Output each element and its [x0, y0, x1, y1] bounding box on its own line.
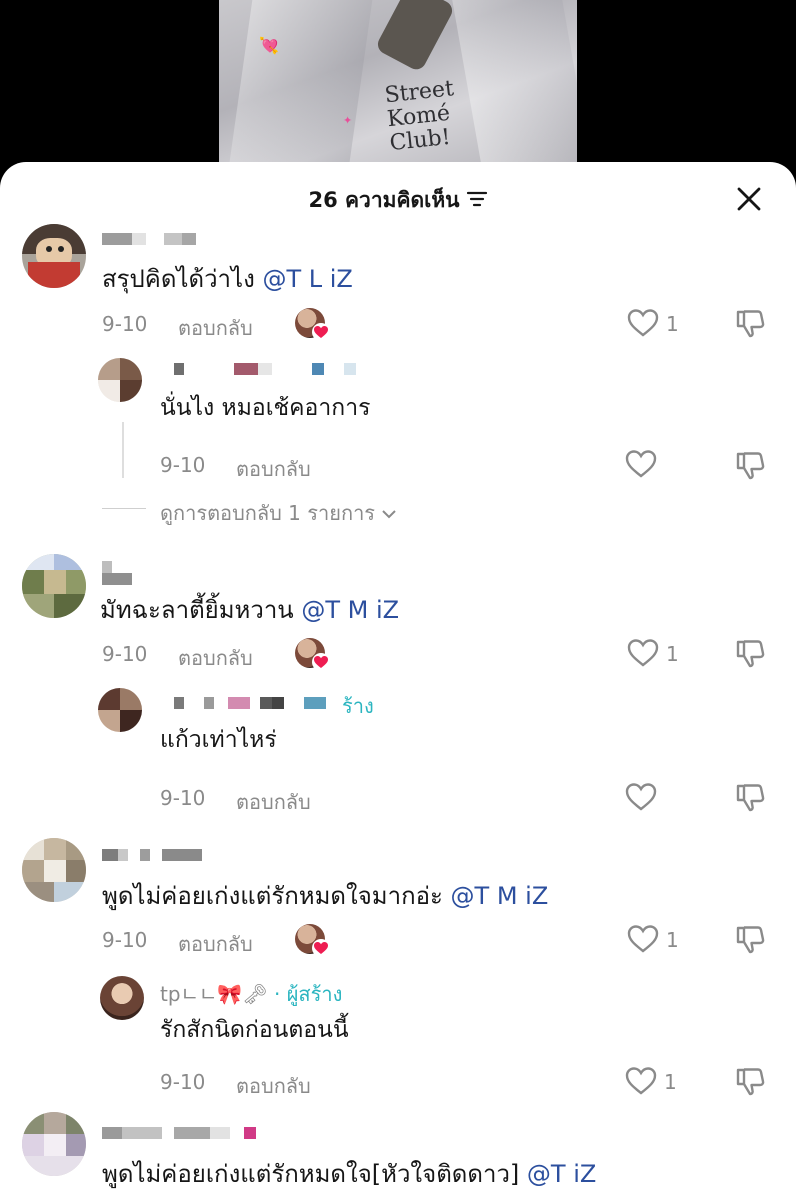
- like-count: 1: [666, 312, 679, 336]
- reply-button[interactable]: ตอบกลับ: [236, 786, 311, 818]
- sheet-header: 26 ความคิดเห็น: [0, 162, 796, 232]
- avatar[interactable]: [98, 358, 142, 402]
- comment-count: 26 ความคิดเห็น: [308, 188, 460, 212]
- thumbs-down-icon[interactable]: [734, 306, 768, 340]
- mention-link[interactable]: @T M iZ: [451, 882, 549, 910]
- reply-button[interactable]: ตอบกลับ: [178, 642, 253, 674]
- like-heart-icon[interactable]: [624, 1065, 658, 1097]
- reply-button[interactable]: ตอบกลับ: [236, 1070, 311, 1102]
- heart-sticker-icon: ✦: [343, 114, 353, 127]
- like-heart-icon[interactable]: [624, 781, 658, 813]
- thumbs-down-icon[interactable]: [734, 448, 768, 482]
- like-count: 1: [664, 1070, 677, 1094]
- avatar[interactable]: [22, 1112, 86, 1176]
- comment-item: มัทฉะลาตี้ยิ้มหวาน @T M iZ 9-10 ตอบกลับ …: [0, 554, 796, 824]
- mention-link[interactable]: @T iZ: [527, 1160, 596, 1188]
- like-heart-icon[interactable]: [626, 923, 660, 955]
- username-blurred[interactable]: [160, 362, 356, 376]
- like-heart-icon[interactable]: [626, 307, 660, 339]
- comment-item: พูดไม่ค่อยเก่งแต่รักหมดใจ[หัวใจติดดาว] @…: [0, 1112, 796, 1200]
- reply-text: นั่นไง หมอเช้คอาการ: [160, 395, 371, 421]
- like-heart-icon[interactable]: [624, 448, 658, 480]
- like-heart-icon[interactable]: [626, 637, 660, 669]
- comment-text: พูดไม่ค่อยเก่งแต่รักหมดใจ[หัวใจติดดาว] @…: [102, 1160, 597, 1188]
- comment-text: สรุปคิดได้ว่าไง @T L iZ: [102, 265, 353, 293]
- liked-heart-icon: [312, 323, 330, 341]
- avatar[interactable]: [100, 976, 144, 1020]
- mention-link[interactable]: @T L iZ: [262, 265, 352, 293]
- username-blurred[interactable]: [102, 848, 202, 862]
- avatar[interactable]: [22, 554, 86, 618]
- reply-button[interactable]: ตอบกลับ: [178, 928, 253, 960]
- comment-text: พูดไม่ค่อยเก่งแต่รักหมดใจมากอ่ะ @T M iZ: [102, 882, 549, 910]
- comment-date: 9-10: [102, 642, 148, 666]
- creator-tag: ร้าง: [342, 694, 374, 718]
- thread-line: [122, 422, 124, 478]
- thumbs-down-icon[interactable]: [734, 1064, 768, 1098]
- reply-button[interactable]: ตอบกลับ: [178, 312, 253, 344]
- avatar[interactable]: [22, 224, 86, 288]
- glue-gun-shape: [374, 0, 456, 73]
- username-blurred[interactable]: [102, 232, 196, 246]
- username-blurred[interactable]: [160, 696, 326, 710]
- username-blurred: [102, 572, 132, 586]
- mention-link[interactable]: @T M iZ: [301, 596, 399, 624]
- chevron-down-icon: [381, 501, 397, 525]
- reply-text: รักสักนิดก่อนตอนนี้: [160, 1017, 349, 1043]
- liked-heart-icon: [312, 653, 330, 671]
- creator-tag: · ผู้สร้าง: [274, 982, 343, 1006]
- comment-date: 9-10: [102, 928, 148, 952]
- view-more-replies[interactable]: ดูการตอบกลับ 1 รายการ: [160, 497, 397, 529]
- comment-date: 9-10: [102, 312, 148, 336]
- reply-text: แก้วเท่าไหร่: [160, 727, 277, 753]
- comment-item: พูดไม่ค่อยเก่งแต่รักหมดใจมากอ่ะ @T M iZ …: [0, 838, 796, 1108]
- like-count: 1: [666, 642, 679, 666]
- heart-sticker-icon: 💘: [259, 36, 279, 55]
- reply-username[interactable]: tpㄴㄴ🎀🗝 · ผู้สร้าง: [160, 978, 342, 1010]
- avatar[interactable]: [98, 688, 142, 732]
- thumbs-down-icon[interactable]: [734, 636, 768, 670]
- username-blurred[interactable]: [102, 1126, 256, 1140]
- divider: [102, 508, 146, 509]
- comments-title: 26 ความคิดเห็น: [0, 184, 796, 217]
- thumbs-down-icon[interactable]: [734, 780, 768, 814]
- reply-date: 9-10: [160, 786, 206, 810]
- reply-date: 9-10: [160, 453, 206, 477]
- shirt-print-text: Street Komé Club!: [383, 76, 456, 157]
- like-count: 1: [666, 928, 679, 952]
- thumbs-down-icon[interactable]: [734, 922, 768, 956]
- filter-icon[interactable]: [466, 189, 488, 214]
- avatar[interactable]: [22, 838, 86, 902]
- comment-item: สรุปคิดได้ว่าไง @T L iZ 9-10 ตอบกลับ 1 น…: [0, 224, 796, 534]
- reply-date: 9-10: [160, 1070, 206, 1094]
- close-icon[interactable]: [734, 184, 764, 214]
- reply-button[interactable]: ตอบกลับ: [236, 453, 311, 485]
- comment-text: มัทฉะลาตี้ยิ้มหวาน @T M iZ: [100, 596, 400, 624]
- comments-sheet: 26 ความคิดเห็น สรุปคิดได้ว่าไง @T L iZ 9…: [0, 162, 796, 1200]
- liked-heart-icon: [312, 939, 330, 957]
